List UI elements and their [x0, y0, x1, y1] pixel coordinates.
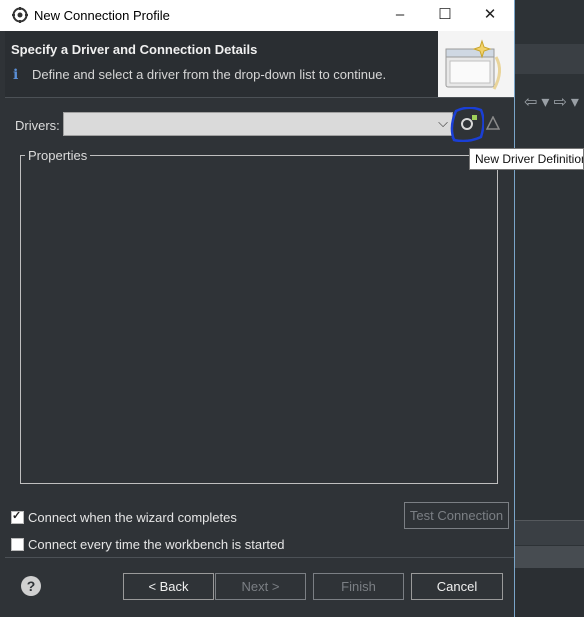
nav-arrows-icon: ⇦▾⇨▾: [524, 94, 583, 111]
edit-driver-icon: [485, 115, 501, 130]
cancel-button[interactable]: Cancel: [411, 573, 503, 600]
connect-when-completes-checkbox[interactable]: [11, 509, 24, 525]
footer-separator: [5, 557, 514, 558]
finish-button[interactable]: Finish: [313, 573, 404, 600]
background-panel: [514, 546, 584, 568]
background-panel: [514, 568, 584, 617]
connect-when-completes-row[interactable]: Connect when the wizard completes: [11, 509, 237, 525]
properties-legend: Properties: [25, 148, 91, 163]
new-driver-tooltip: New Driver Definition: [469, 148, 584, 170]
background-ide: ⇦▾⇨▾: [514, 0, 584, 617]
info-icon: i: [13, 67, 19, 83]
wizard-header: Specify a Driver and Connection Details …: [5, 31, 514, 98]
title-bar: New Connection Profile – ☐ ✕: [0, 0, 514, 31]
background-toolbar: ⇦▾⇨▾: [514, 44, 584, 111]
minimize-button[interactable]: –: [380, 3, 420, 27]
wizard-heading: Specify a Driver and Connection Details: [11, 42, 258, 57]
new-driver-icon: [450, 106, 485, 143]
connect-every-time-checkbox[interactable]: [11, 538, 24, 552]
close-button[interactable]: ✕: [470, 3, 510, 27]
wizard-banner-image: [438, 31, 514, 97]
edit-driver-button[interactable]: [485, 115, 501, 130]
drivers-label: Drivers:: [15, 118, 60, 133]
chevron-down-icon: ⌵: [438, 115, 448, 130]
help-icon[interactable]: ?: [21, 576, 41, 596]
drivers-dropdown[interactable]: ⌵: [63, 112, 453, 136]
window-title: New Connection Profile: [34, 8, 170, 23]
next-button[interactable]: Next >: [215, 573, 306, 600]
wizard-window-icon: [445, 39, 501, 90]
test-connection-button[interactable]: Test Connection: [404, 502, 509, 529]
connect-every-time-row[interactable]: Connect every time the workbench is star…: [11, 536, 285, 552]
new-driver-definition-button[interactable]: [450, 106, 485, 143]
connect-when-completes-label[interactable]: Connect when the wizard completes: [28, 510, 237, 525]
maximize-button[interactable]: ☐: [425, 3, 465, 27]
background-panel: [514, 520, 584, 545]
eclipse-gear-icon: [12, 7, 28, 23]
new-connection-profile-dialog: New Connection Profile – ☐ ✕ Specify a D…: [0, 0, 515, 617]
wizard-description: Define and select a driver from the drop…: [32, 67, 387, 82]
properties-group: Properties: [20, 148, 498, 484]
back-button[interactable]: < Back: [123, 573, 214, 600]
connect-every-time-label[interactable]: Connect every time the workbench is star…: [28, 537, 285, 552]
